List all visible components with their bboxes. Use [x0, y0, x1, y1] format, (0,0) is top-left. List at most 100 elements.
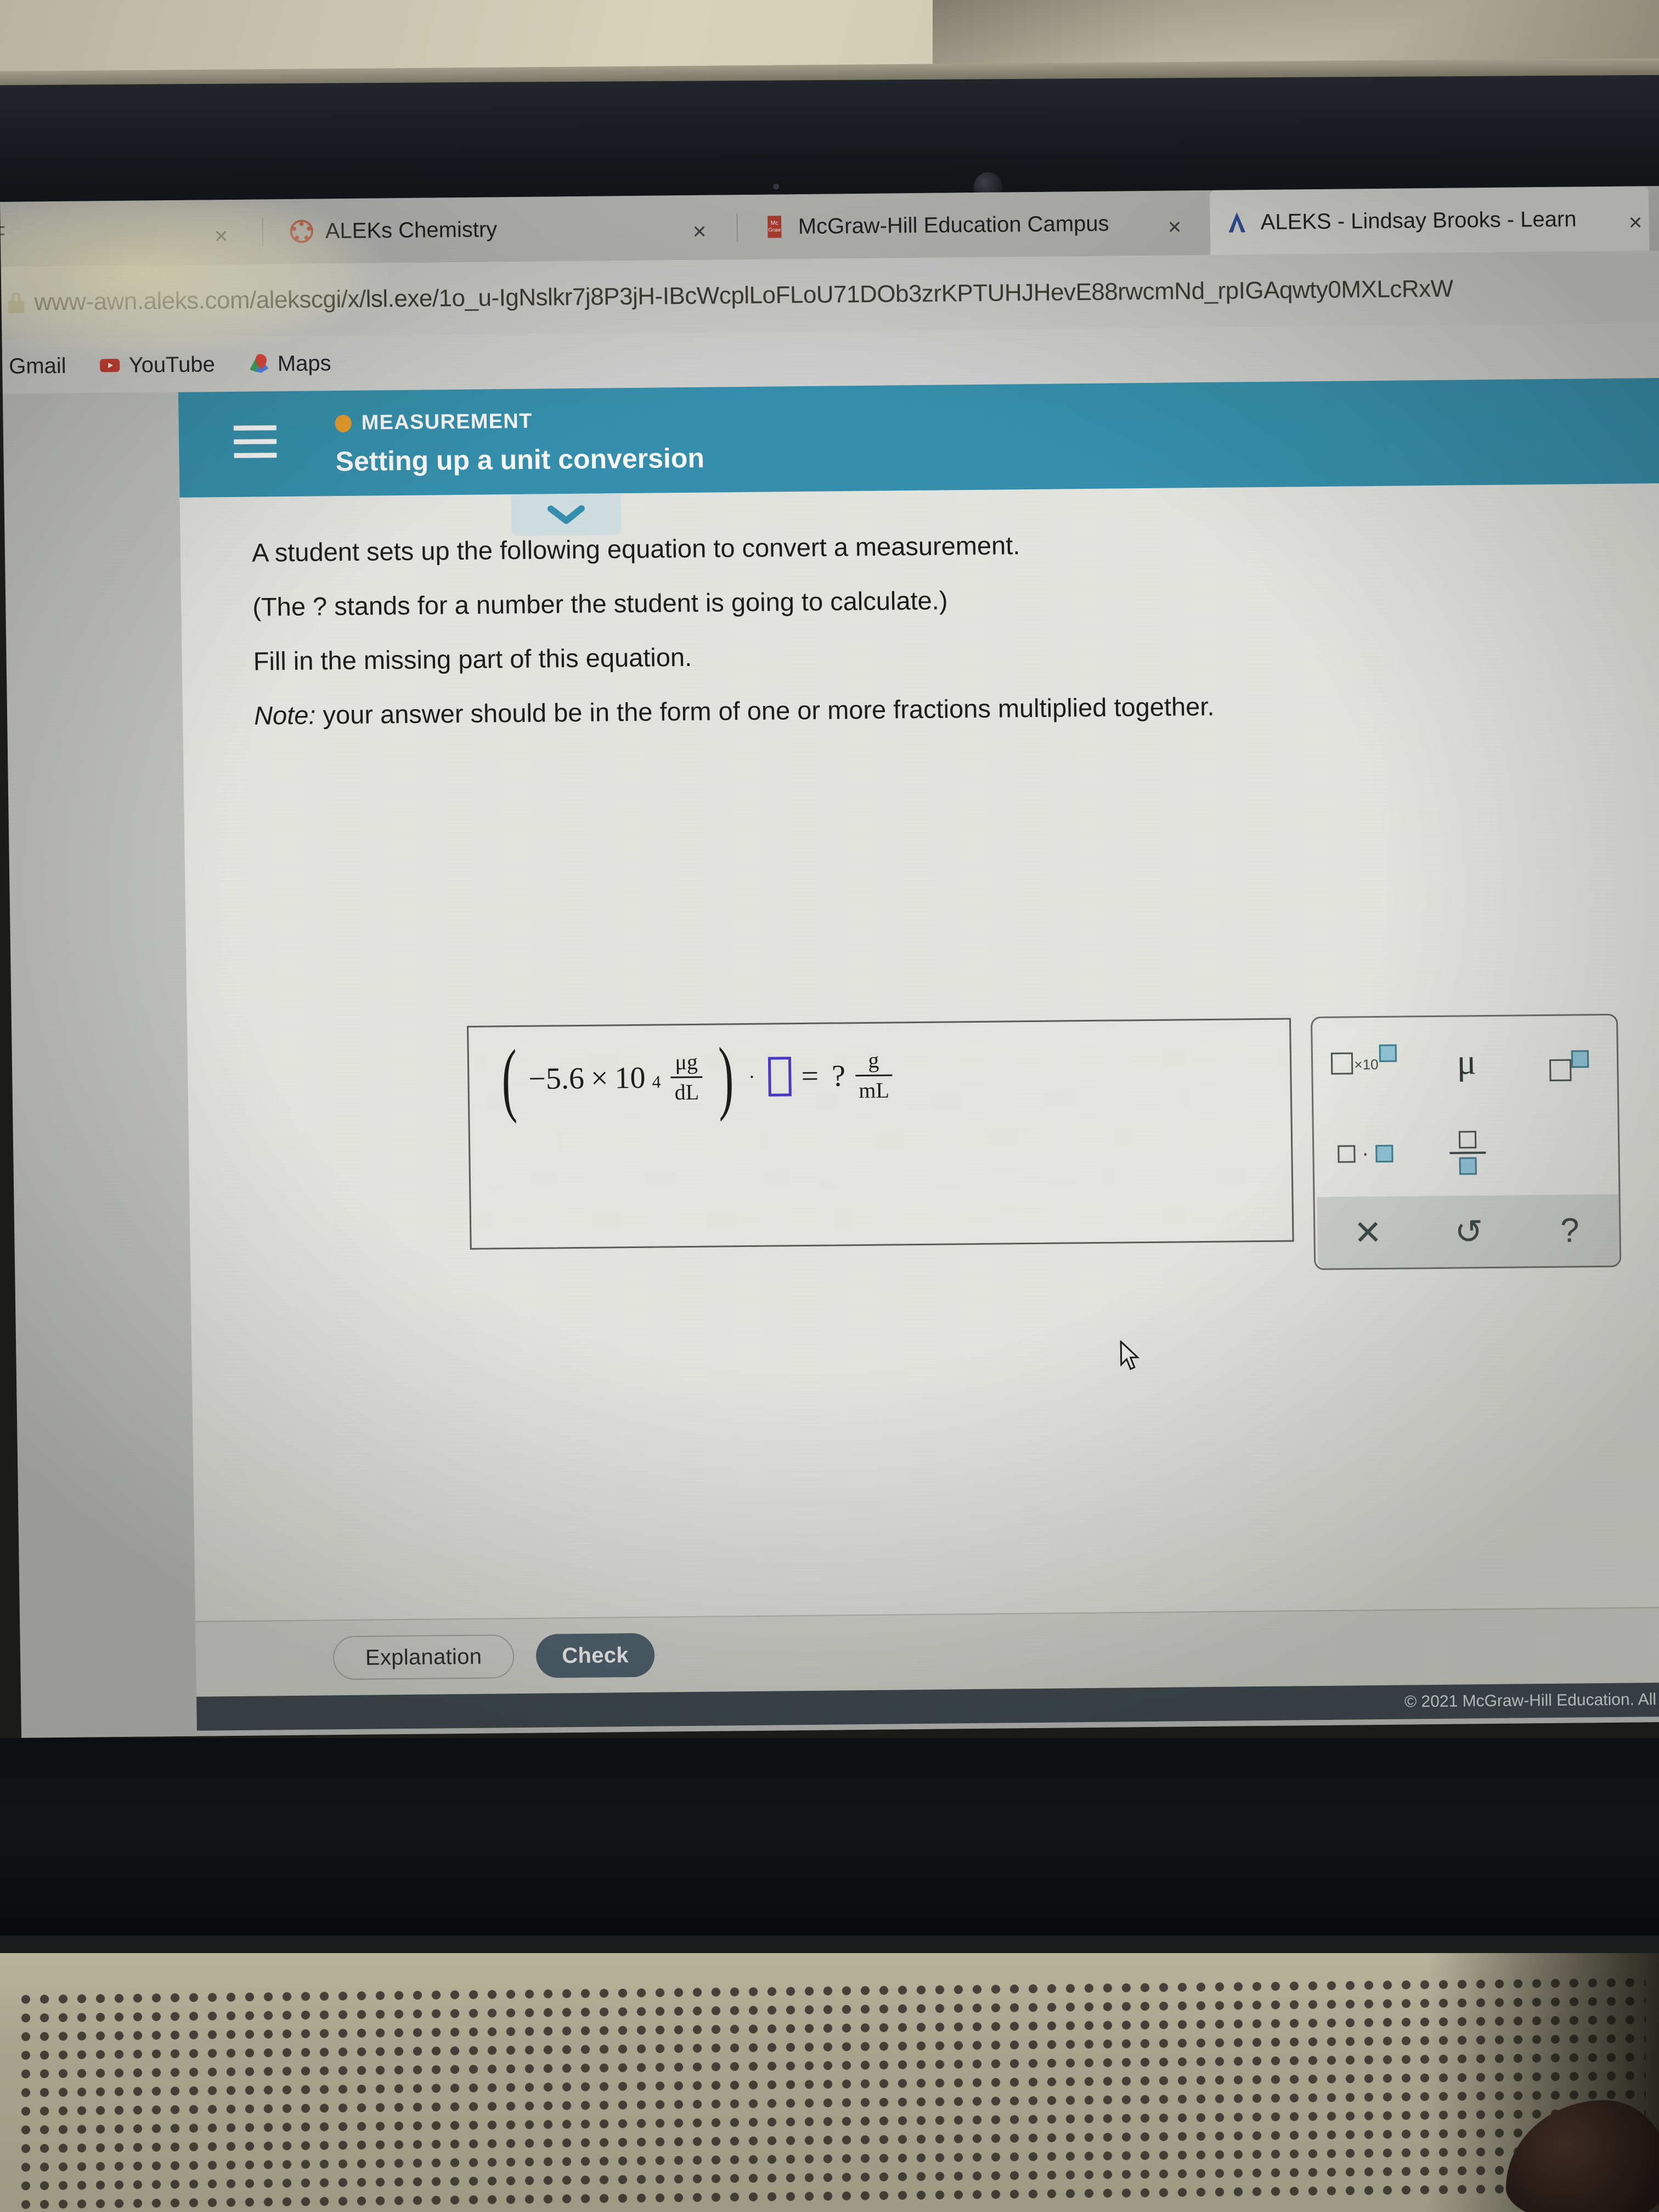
- filled-box-icon: [1375, 1144, 1393, 1163]
- tab-close-icon[interactable]: ×: [1167, 213, 1181, 240]
- mouse-pointer-icon: [1120, 1340, 1140, 1370]
- prompt-line-2: (The ? stands for a number the student i…: [252, 585, 948, 622]
- palette-micro-button[interactable]: μ: [1415, 1017, 1519, 1108]
- fraction-bar: [670, 1076, 703, 1079]
- webcam-indicator-icon: [773, 183, 779, 190]
- question-mark-placeholder: ?: [831, 1058, 846, 1093]
- empty-box-icon: [1458, 1130, 1477, 1149]
- result-denominator: mL: [858, 1077, 890, 1103]
- laptop-speaker-grille: [16, 1973, 1646, 2210]
- exponent: 4: [652, 1071, 661, 1092]
- microsoft-edge-icon[interactable]: [737, 1730, 803, 1738]
- palette-undo-button[interactable]: ↺: [1454, 1211, 1483, 1251]
- topic-category: MEASUREMENT: [335, 410, 533, 435]
- base: 10: [614, 1060, 646, 1095]
- fraction-bar-icon: [1449, 1151, 1486, 1154]
- fraction-bar: [855, 1074, 893, 1077]
- math-symbol-palette: ×10 μ · ✕ ↺ ?: [1310, 1013, 1622, 1271]
- microsoft-office-icon[interactable]: [1190, 1726, 1256, 1738]
- palette-scientific-notation-button[interactable]: ×10: [1312, 1017, 1416, 1109]
- answer-input-blank[interactable]: [768, 1056, 792, 1097]
- action-button-bar: Explanation Check: [195, 1606, 1659, 1697]
- palette-multiplication-dot-button[interactable]: ·: [1313, 1108, 1417, 1199]
- google-maps-icon: [249, 354, 268, 373]
- page-title: Setting up a unit conversion: [335, 442, 705, 477]
- aleks-a-icon: [1228, 212, 1246, 233]
- svg-text:Graw: Graw: [768, 227, 781, 233]
- tab-close-icon[interactable]: ×: [215, 223, 228, 249]
- mail-icon[interactable]: [996, 1728, 1062, 1738]
- palette-clear-button[interactable]: ✕: [1353, 1212, 1383, 1252]
- bookmark-maps[interactable]: Maps: [235, 351, 343, 377]
- equation-answer-box[interactable]: ( −5.6 × 10 4 μg dL ) · = ? g mL: [467, 1018, 1294, 1250]
- palette-mu-label: μ: [1456, 1041, 1477, 1082]
- youtube-icon: [100, 358, 120, 373]
- prompt-line-4: Note: your answer should be in the form …: [253, 691, 1516, 730]
- conversion-equation: ( −5.6 × 10 4 μg dL ) · = ? g mL: [495, 1031, 897, 1125]
- blue-s-app-icon[interactable]: [1125, 1726, 1191, 1737]
- palette-x10-label: ×10: [1354, 1056, 1379, 1073]
- browser-tab-mcgraw-hill[interactable]: Mc Graw McGraw-Hill Education Campus: [747, 190, 1204, 259]
- dropbox-icon[interactable]: [1060, 1727, 1126, 1737]
- page-viewport: MEASUREMENT Setting up a unit conversion…: [0, 377, 1659, 1738]
- collapse-panel-tab[interactable]: [511, 493, 622, 537]
- prompt-line-1: A student sets up the following equation…: [251, 531, 1020, 567]
- browser-tab-aleks-learn[interactable]: ALEKS - Lindsay Brooks - Learn: [1209, 186, 1650, 255]
- file-explorer-icon[interactable]: [866, 1729, 932, 1738]
- bookmark-label: Gmail: [8, 353, 66, 379]
- equals-sign: =: [801, 1059, 819, 1093]
- address-bar-url: www-awn.aleks.com/alekscgi/x/lsl.exe/1o_…: [34, 275, 1454, 316]
- unit-denominator: dL: [674, 1079, 699, 1105]
- task-view-icon[interactable]: [672, 1731, 738, 1738]
- microsoft-store-icon[interactable]: [931, 1729, 997, 1738]
- palette-fraction-button[interactable]: [1416, 1107, 1520, 1199]
- laptop-hinge: hp: [0, 1738, 1659, 1936]
- tab-title: NF: [0, 222, 6, 246]
- laptop-photo: NF × ALEKs Chemistry × Mc Graw McGraw-Hi…: [0, 0, 1659, 2212]
- bookmark-label: Maps: [277, 351, 331, 376]
- close-paren: ): [718, 1031, 735, 1122]
- result-numerator: g: [867, 1047, 879, 1073]
- page-left-gutter: [0, 392, 198, 1738]
- tab-divider: [262, 218, 264, 247]
- orange-dot-icon: [335, 414, 352, 432]
- coefficient: −5.6: [528, 1061, 585, 1096]
- multiplication-dot: ·: [748, 1065, 755, 1088]
- tab-divider: [736, 213, 738, 242]
- scientific-notation-term: −5.6 × 10 4: [528, 1060, 661, 1096]
- prompt-note-text: your answer should be in the form of one…: [315, 691, 1215, 730]
- prompt-note-label: Note:: [253, 700, 316, 730]
- check-button[interactable]: Check: [535, 1633, 655, 1678]
- google-chrome-icon[interactable]: [802, 1730, 867, 1738]
- hamburger-menu-icon[interactable]: [233, 425, 277, 460]
- palette-help-button[interactable]: ?: [1560, 1211, 1579, 1250]
- empty-box-icon: [1549, 1059, 1572, 1081]
- bookmark-youtube[interactable]: YouTube: [87, 352, 227, 378]
- tab-title: ALEKS - Lindsay Brooks - Learn: [1260, 206, 1577, 234]
- mcgraw-hill-icon: Mc Graw: [768, 216, 782, 238]
- laptop-screen: NF × ALEKs Chemistry × Mc Graw McGraw-Hi…: [0, 185, 1659, 1738]
- result-unit-fraction: g mL: [855, 1047, 893, 1103]
- palette-dot-label: ·: [1361, 1141, 1369, 1166]
- explanation-button[interactable]: Explanation: [332, 1634, 515, 1680]
- tab-close-icon[interactable]: ×: [693, 218, 707, 245]
- empty-box-icon: [1337, 1144, 1356, 1163]
- tab-close-icon[interactable]: ×: [1628, 209, 1642, 235]
- bookmark-gmail[interactable]: Gmail: [0, 353, 78, 379]
- source-unit-fraction: μg dL: [670, 1049, 703, 1105]
- open-paren: (: [501, 1033, 518, 1125]
- chevron-down-icon: [547, 505, 585, 524]
- browser-tab-nf[interactable]: NF: [0, 200, 226, 267]
- tab-title: ALEKs Chemistry: [325, 217, 498, 243]
- prompt-line-3: Fill in the missing part of this equatio…: [253, 642, 692, 676]
- browser-tab-aleks-chemistry[interactable]: ALEKs Chemistry: [274, 195, 681, 264]
- aleks-flower-icon: [290, 219, 313, 243]
- palette-superscript-button[interactable]: [1517, 1015, 1621, 1107]
- filled-box-icon: [1379, 1044, 1397, 1062]
- filled-box-icon: [1571, 1049, 1589, 1068]
- question-prompt: A student sets up the following equation…: [252, 528, 1516, 757]
- aleks-app-frame: MEASUREMENT Setting up a unit conversion…: [178, 377, 1659, 1665]
- lock-icon: [8, 292, 25, 313]
- bookmark-label: YouTube: [128, 352, 216, 377]
- cortana-icon[interactable]: [607, 1731, 673, 1737]
